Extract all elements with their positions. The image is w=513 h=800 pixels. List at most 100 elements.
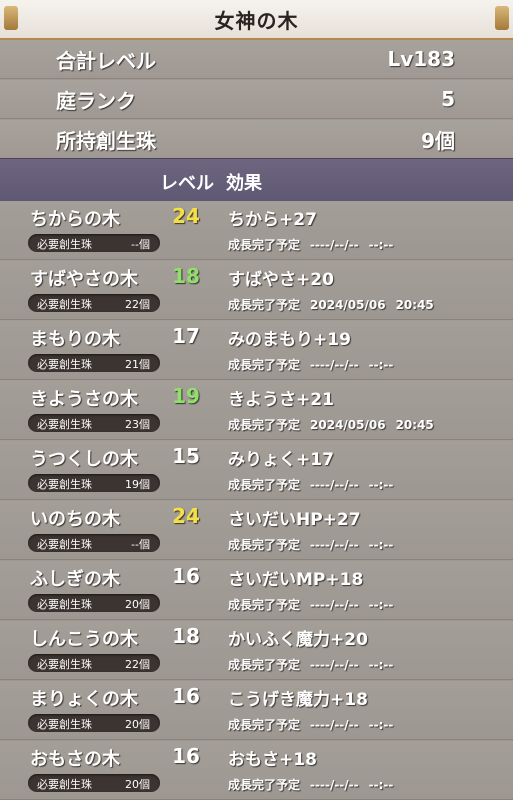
growth-complete-label: 成長完了予定 — [228, 298, 301, 312]
growth-complete-date: 2024/05/06 — [310, 418, 386, 432]
required-orbs-badge: 必要創生珠 20個 — [28, 714, 160, 732]
tree-row[interactable]: うつくしの木 15 みりょく+17 必要創生珠 19個 成長完了予定 ----/--/-- -… — [0, 441, 513, 500]
tree-row[interactable]: まもりの木 17 みのまもり+19 必要創生珠 21個 成長完了予定 ----/--/-- -… — [0, 321, 513, 380]
growth-complete: 成長完了予定 ----/--/-- --:-- — [228, 236, 393, 253]
required-orbs-label: 必要創生珠 — [37, 658, 92, 671]
growth-complete-time: --:-- — [368, 718, 394, 732]
growth-complete-date: ----/--/-- — [310, 598, 359, 612]
growth-complete-label: 成長完了予定 — [228, 658, 301, 672]
tree-level: 24 — [172, 204, 200, 228]
summary-label: 合計レベル — [56, 48, 156, 73]
tree-effect: こうげき魔力+18 — [228, 690, 368, 710]
title-ornament-right — [495, 6, 509, 30]
growth-complete: 成長完了予定 2024/05/06 20:45 — [228, 296, 434, 313]
growth-complete-date: 2024/05/06 — [310, 298, 386, 312]
growth-complete-date: ----/--/-- — [310, 238, 359, 252]
tree-name: すばやさの木 — [30, 269, 138, 290]
growth-complete: 成長完了予定 ----/--/-- --:-- — [228, 716, 393, 733]
list-header: レベル 効果 — [0, 158, 513, 202]
required-orbs-label: 必要創生珠 — [37, 478, 92, 491]
tree-level: 16 — [172, 684, 200, 708]
required-orbs-badge: 必要創生珠 20個 — [28, 774, 160, 792]
tree-row[interactable]: ふしぎの木 16 さいだいMP+18 必要創生珠 20個 成長完了予定 ----/--/--… — [0, 561, 513, 620]
tree-level: 16 — [172, 564, 200, 588]
tree-row[interactable]: おもさの木 16 おもさ+18 必要創生珠 20個 成長完了予定 ----/--/-- --:… — [0, 741, 513, 800]
required-orbs-badge: 必要創生珠 --個 — [28, 234, 160, 252]
tree-row[interactable]: ちからの木 24 ちから+27 必要創生珠 --個 成長完了予定 ----/--/-- --:… — [0, 201, 513, 260]
required-orbs-badge: 必要創生珠 22個 — [28, 294, 160, 312]
growth-complete-date: ----/--/-- — [310, 658, 359, 672]
growth-complete-date: ----/--/-- — [310, 778, 359, 792]
summary-label: 庭ランク — [56, 88, 136, 113]
tree-effect: みりょく+17 — [228, 450, 334, 470]
growth-complete-time: --:-- — [368, 658, 394, 672]
growth-complete-time: --:-- — [368, 478, 394, 492]
tree-row[interactable]: しんこうの木 18 かいふく魔力+20 必要創生珠 22個 成長完了予定 ----/--/-… — [0, 621, 513, 680]
required-orbs-badge: 必要創生珠 --個 — [28, 534, 160, 552]
tree-row[interactable]: きようさの木 19 きようさ+21 必要創生珠 23個 成長完了予定 2024/05/06 2… — [0, 381, 513, 440]
growth-complete-time: 20:45 — [395, 418, 434, 432]
tree-effect: かいふく魔力+20 — [228, 630, 368, 650]
tree-name: まりょくの木 — [30, 689, 138, 710]
tree-name: ふしぎの木 — [30, 569, 120, 590]
required-orbs-badge: 必要創生珠 20個 — [28, 594, 160, 612]
tree-name: しんこうの木 — [30, 629, 138, 650]
growth-complete-time: 20:45 — [395, 298, 434, 312]
growth-complete: 成長完了予定 ----/--/-- --:-- — [228, 596, 393, 613]
tree-name: うつくしの木 — [30, 449, 138, 470]
required-orbs-value: 22個 — [125, 658, 150, 671]
growth-complete-label: 成長完了予定 — [228, 238, 301, 252]
tree-row[interactable]: すばやさの木 18 すばやさ+20 必要創生珠 22個 成長完了予定 2024/05/06 2… — [0, 261, 513, 320]
summary-total-level: 合計レベル Lv183 — [0, 40, 513, 79]
growth-complete-date: ----/--/-- — [310, 478, 359, 492]
tree-name: ちからの木 — [30, 209, 120, 230]
required-orbs-value: --個 — [131, 538, 150, 551]
tree-level: 18 — [172, 624, 200, 648]
growth-complete-time: --:-- — [368, 358, 394, 372]
required-orbs-value: 20個 — [125, 778, 150, 791]
growth-complete-label: 成長完了予定 — [228, 718, 301, 732]
column-header-effect: 効果 — [226, 173, 262, 194]
required-orbs-label: 必要創生珠 — [37, 598, 92, 611]
required-orbs-label: 必要創生珠 — [37, 238, 92, 251]
tree-row[interactable]: いのちの木 24 さいだいHP+27 必要創生珠 --個 成長完了予定 ----/--/--… — [0, 501, 513, 560]
tree-name: まもりの木 — [30, 329, 120, 350]
growth-complete-date: ----/--/-- — [310, 358, 359, 372]
title-ornament-left — [4, 6, 18, 30]
tree-effect: きようさ+21 — [228, 390, 334, 410]
summary-garden-rank: 庭ランク 5 — [0, 80, 513, 119]
required-orbs-value: 22個 — [125, 298, 150, 311]
tree-level: 16 — [172, 744, 200, 768]
growth-complete-label: 成長完了予定 — [228, 358, 301, 372]
tree-effect: すばやさ+20 — [228, 270, 334, 290]
growth-complete-date: ----/--/-- — [310, 538, 359, 552]
summary-owned-orbs: 所持創生珠 9個 — [0, 120, 513, 159]
growth-complete-label: 成長完了予定 — [228, 538, 301, 552]
tree-effect: さいだいHP+27 — [228, 510, 361, 530]
tree-level: 17 — [172, 324, 200, 348]
required-orbs-label: 必要創生珠 — [37, 538, 92, 551]
growth-complete-time: --:-- — [368, 778, 394, 792]
growth-complete: 成長完了予定 ----/--/-- --:-- — [228, 776, 393, 793]
tree-row[interactable]: まりょくの木 16 こうげき魔力+18 必要創生珠 20個 成長完了予定 ----/--/-… — [0, 681, 513, 740]
growth-complete: 成長完了予定 ----/--/-- --:-- — [228, 536, 393, 553]
growth-complete-label: 成長完了予定 — [228, 478, 301, 492]
tree-name: きようさの木 — [30, 389, 138, 410]
growth-complete: 成長完了予定 ----/--/-- --:-- — [228, 356, 393, 373]
required-orbs-value: 23個 — [125, 418, 150, 431]
required-orbs-badge: 必要創生珠 19個 — [28, 474, 160, 492]
tree-name: いのちの木 — [30, 509, 120, 530]
required-orbs-value: --個 — [131, 238, 150, 251]
growth-complete-label: 成長完了予定 — [228, 598, 301, 612]
column-header-level: レベル — [160, 173, 214, 194]
required-orbs-value: 19個 — [125, 478, 150, 491]
required-orbs-label: 必要創生珠 — [37, 718, 92, 731]
required-orbs-badge: 必要創生珠 22個 — [28, 654, 160, 672]
required-orbs-label: 必要創生珠 — [37, 298, 92, 311]
growth-complete-label: 成長完了予定 — [228, 418, 301, 432]
required-orbs-label: 必要創生珠 — [37, 418, 92, 431]
summary-label: 所持創生珠 — [56, 128, 156, 153]
required-orbs-badge: 必要創生珠 21個 — [28, 354, 160, 372]
tree-effect: おもさ+18 — [228, 750, 317, 770]
required-orbs-value: 20個 — [125, 718, 150, 731]
